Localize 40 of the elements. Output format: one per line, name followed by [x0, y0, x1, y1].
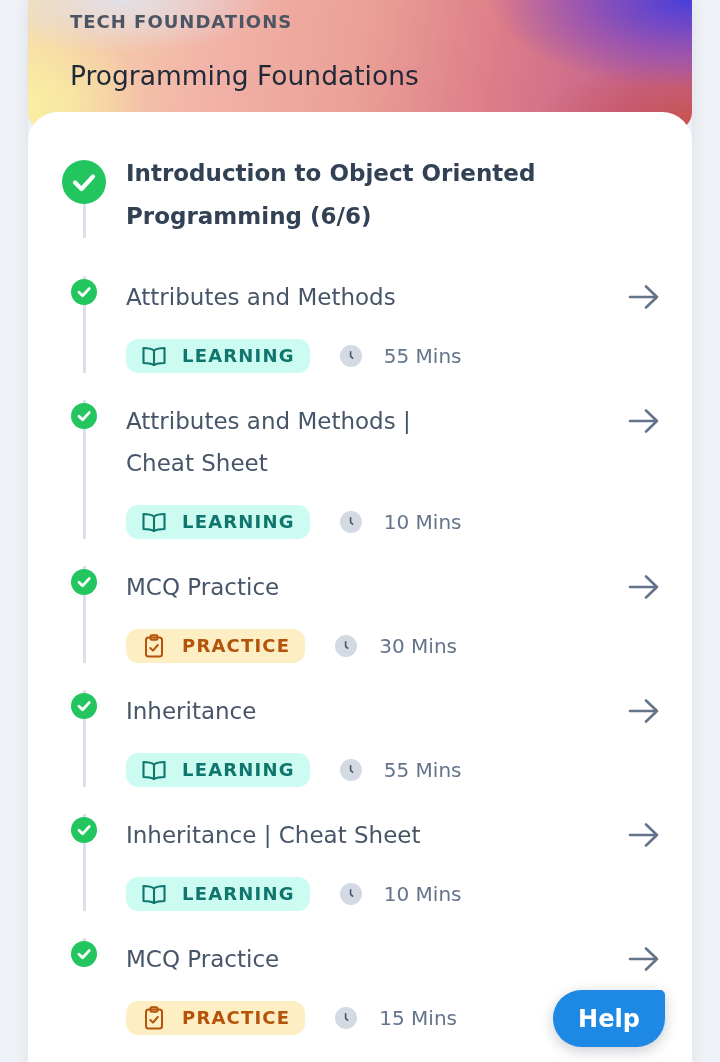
duration-text: 55 Mins	[383, 758, 462, 782]
clock-icon	[339, 759, 362, 781]
lesson-title[interactable]: MCQ Practice	[126, 566, 280, 608]
arrow-right-icon[interactable]	[628, 698, 660, 724]
tag-label: LEARNING	[182, 759, 295, 781]
lesson-title[interactable]: MCQ Practice	[126, 938, 280, 980]
book-icon	[142, 346, 166, 366]
lesson-title[interactable]: Inheritance | Cheat Sheet	[126, 814, 421, 856]
book-icon	[142, 884, 166, 904]
tag-label: LEARNING	[182, 511, 295, 533]
arrow-right-icon[interactable]	[628, 574, 660, 600]
lesson-title[interactable]: Attributes and Methods | Cheat Sheet	[126, 400, 466, 484]
tag-label: LEARNING	[182, 345, 295, 367]
tag-label: PRACTICE	[182, 635, 291, 657]
clock-icon	[335, 635, 358, 657]
course-title: Programming Foundations	[70, 59, 420, 93]
clock-icon	[339, 345, 362, 367]
arrow-right-icon[interactable]	[628, 946, 660, 972]
tag-label: PRACTICE	[182, 1007, 291, 1029]
help-button[interactable]: Help	[553, 990, 665, 1047]
clipboard-check-icon	[144, 634, 164, 658]
duration-text: 10 Mins	[383, 510, 462, 534]
arrow-right-icon[interactable]	[628, 408, 660, 434]
lesson-title[interactable]: Inheritance	[126, 690, 257, 732]
clock-icon	[335, 1007, 358, 1029]
book-icon	[142, 512, 166, 532]
clock-icon	[339, 511, 362, 533]
lesson-title[interactable]: Attributes and Methods	[126, 276, 396, 318]
arrow-right-icon[interactable]	[628, 822, 660, 848]
module-title: Introduction to Object Oriented Programming (6/6)	[126, 159, 537, 231]
arrow-right-icon[interactable]	[628, 284, 660, 310]
duration-text: 30 Mins	[379, 634, 457, 658]
duration-text: 15 Mins	[379, 1006, 457, 1030]
duration-text: 10 Mins	[383, 882, 462, 906]
book-icon	[142, 760, 166, 780]
category-label: TECH FOUNDATIONS	[70, 10, 294, 34]
clock-icon	[339, 883, 362, 905]
tag-label: LEARNING	[182, 883, 295, 905]
duration-text: 55 Mins	[383, 344, 462, 368]
clipboard-check-icon	[144, 1006, 164, 1030]
